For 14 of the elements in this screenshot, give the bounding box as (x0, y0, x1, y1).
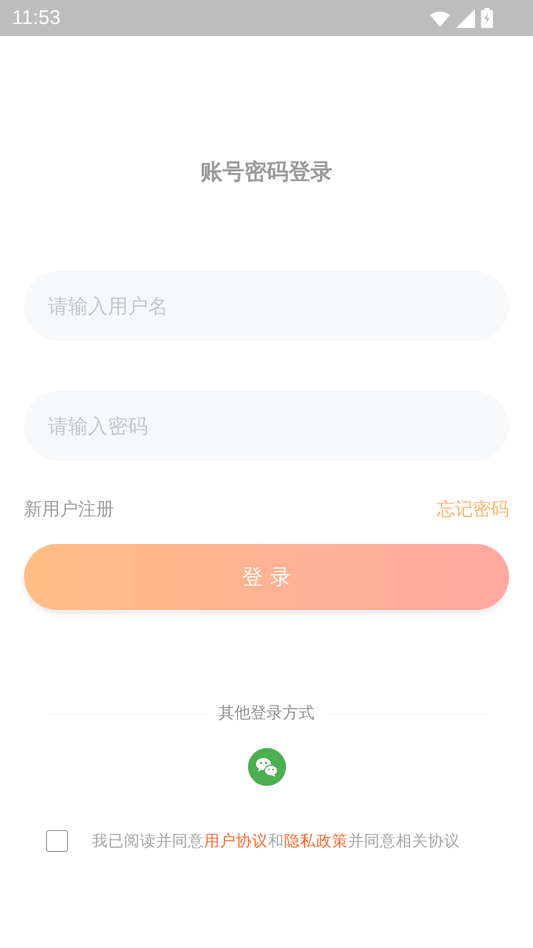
chat-bubbles-icon[interactable] (248, 748, 286, 786)
battery-icon (481, 8, 493, 28)
wifi-icon (430, 11, 450, 28)
clock-time: 11:53 (12, 6, 61, 30)
forgot-password-link[interactable]: 忘记密码 (437, 497, 509, 523)
signal-icon (456, 9, 475, 28)
login-button[interactable]: 登 录 (24, 544, 509, 610)
agreement-link[interactable]: 隐私政策 (284, 832, 348, 850)
register-link[interactable]: 新用户注册 (24, 497, 114, 523)
page-title: 账号密码登录 (200, 158, 332, 187)
consent-checkbox[interactable] (46, 830, 68, 852)
other-methods-label: 其他登录方式 (218, 702, 314, 724)
agreement-link[interactable]: 用户协议 (204, 832, 268, 850)
consent-text: 我已阅读并同意用户协议和隐私政策并同意相关协议 (92, 830, 460, 852)
